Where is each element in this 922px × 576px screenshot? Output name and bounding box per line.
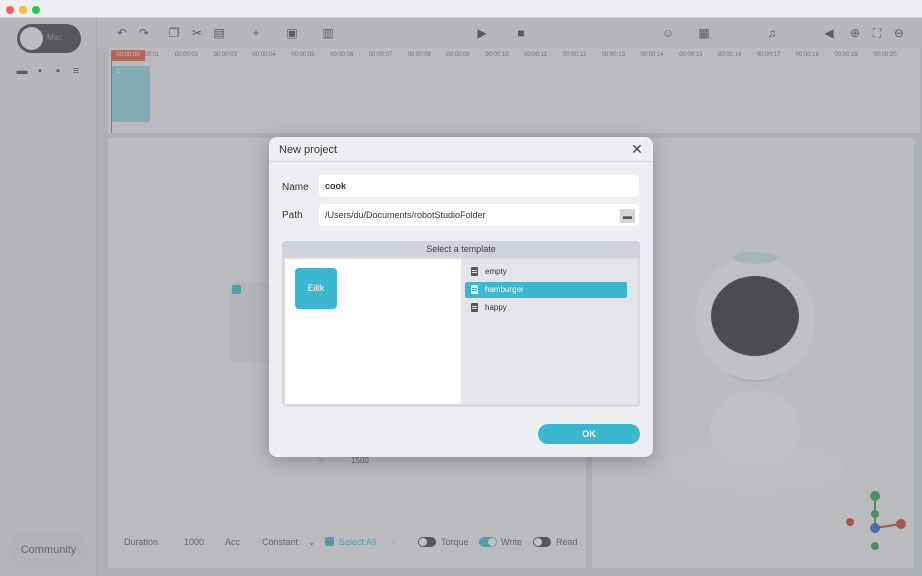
template-item-empty[interactable]: empty [465,264,627,280]
dialog-title: New project [279,144,338,156]
template-item-hamburger[interactable]: hamburger [465,282,627,298]
zoom-window-button[interactable] [32,6,40,14]
minimize-window-button[interactable] [19,6,27,14]
template-list: empty hamburger happy [461,259,637,404]
file-icon [471,267,478,276]
robot-list: Eilik [285,259,461,404]
file-icon [471,285,478,294]
template-label: empty [485,267,507,276]
dialog-header: New project ✕ [269,137,653,162]
template-label: happy [485,303,507,312]
name-label: Name [282,182,309,193]
ok-button[interactable]: OK [538,424,640,444]
template-item-happy[interactable]: happy [465,300,627,316]
file-icon [471,303,478,312]
close-window-button[interactable] [6,6,14,14]
path-input[interactable] [319,204,639,226]
new-project-dialog: New project ✕ Name Path ▬ Select a templ… [269,137,653,457]
path-label: Path [282,210,303,221]
browse-folder-icon[interactable]: ▬ [620,209,635,223]
template-label: hamburger [485,285,524,294]
template-header: Select a template [282,241,640,257]
window-titlebar [0,0,922,18]
template-selector: Select a template Eilik empty hamburger … [282,241,640,407]
close-icon[interactable]: ✕ [630,142,644,156]
name-input[interactable] [319,175,639,197]
robot-card-eilik[interactable]: Eilik [295,268,337,309]
